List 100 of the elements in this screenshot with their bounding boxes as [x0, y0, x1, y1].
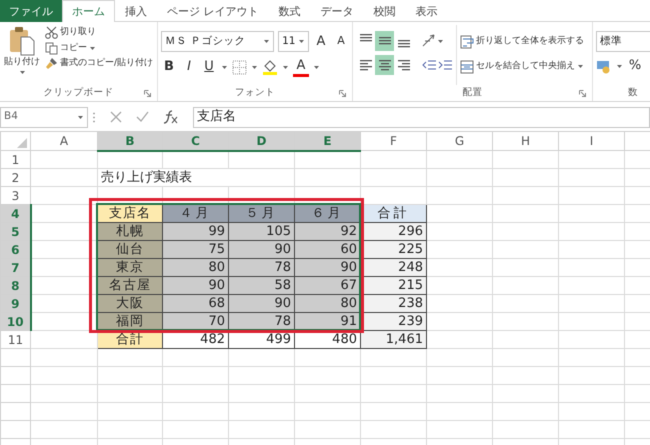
row-header[interactable]: 3: [0, 186, 30, 204]
number-format-field[interactable]: 標準: [596, 31, 650, 52]
sheet-title: 売り上げ実績表: [98, 168, 294, 186]
increase-indent-icon[interactable]: [437, 58, 453, 72]
caret-icon[interactable]: [313, 64, 320, 70]
table-cell: 60: [294, 240, 360, 258]
ribbon-tab[interactable]: 表示: [406, 0, 448, 22]
column-header[interactable]: D: [228, 132, 294, 150]
table-cell: 67: [294, 276, 360, 294]
font-name-field[interactable]: ＭＳ Ｐゴシック: [161, 31, 274, 52]
borders-icon[interactable]: [232, 60, 247, 74]
table-cell: 名古屋: [98, 276, 162, 294]
table-cell: 92: [294, 222, 360, 240]
align-icon: [378, 37, 390, 45]
dialog-launcher-icon[interactable]: [144, 90, 151, 97]
orientation-icon[interactable]: [421, 33, 437, 49]
group-label: フォント: [235, 86, 275, 100]
column-header[interactable]: I: [558, 132, 624, 150]
column-header[interactable]: B: [98, 132, 162, 150]
table-cell: 支店名: [98, 204, 162, 222]
align-icon: [360, 34, 372, 42]
decrease-indent-icon[interactable]: [421, 58, 437, 72]
caret-icon[interactable]: [298, 39, 305, 44]
group-label: クリップボード: [44, 86, 114, 100]
table-cell: 58: [228, 276, 294, 294]
ribbon-tab[interactable]: 校閲: [364, 0, 406, 22]
copy-button[interactable]: コピー: [44, 40, 97, 56]
column-header[interactable]: H: [492, 132, 558, 150]
table-cell: 68: [162, 294, 228, 312]
group-label: 数: [628, 86, 638, 100]
merge-center-button[interactable]: セルを結合して中央揃え: [459, 56, 585, 77]
caret-icon[interactable]: [577, 64, 584, 69]
ribbon-tab[interactable]: 数式: [268, 0, 310, 22]
table-cell: ５月: [228, 204, 294, 222]
ribbon-tab[interactable]: ページ レイアウト: [157, 0, 268, 22]
fill-color-icon[interactable]: [262, 59, 278, 75]
table-cell: 90: [228, 240, 294, 258]
align-icon: [378, 60, 390, 70]
dialog-launcher-icon[interactable]: [579, 90, 586, 97]
caret-icon[interactable]: [221, 64, 228, 70]
row-header[interactable]: 2: [0, 168, 30, 186]
row-header[interactable]: 9: [0, 294, 30, 312]
row-header[interactable]: 8: [0, 276, 30, 294]
row-header[interactable]: 7: [0, 258, 30, 276]
row-header[interactable]: 5: [0, 222, 30, 240]
align-icon: [398, 60, 410, 70]
drag-handle-icon[interactable]: [92, 112, 96, 122]
brush-icon: [45, 57, 58, 70]
ribbon-tab[interactable]: 挿入: [115, 0, 157, 22]
vertical-align-button[interactable]: [375, 31, 394, 51]
row-header[interactable]: 11: [0, 330, 30, 348]
wrap-text-button[interactable]: 折り返して全体を表示する: [459, 31, 585, 52]
italic-button[interactable]: I: [181, 57, 197, 77]
row-header[interactable]: 6: [0, 240, 30, 258]
table-cell: 札幌: [98, 222, 162, 240]
format-painter-button[interactable]: 書式のコピー/貼り付け: [44, 56, 154, 72]
caret-icon[interactable]: [18, 70, 26, 74]
grow-font-button[interactable]: A: [313, 32, 329, 52]
function-icon[interactable]: [163, 110, 179, 124]
caret-icon[interactable]: [251, 64, 258, 70]
file-tab[interactable]: ファイル: [0, 0, 62, 22]
cut-button[interactable]: 切り取り: [44, 25, 97, 40]
name-box[interactable]: B4: [0, 106, 88, 128]
checkmark-icon[interactable]: [136, 111, 149, 123]
caret-icon[interactable]: [263, 39, 270, 44]
table-cell: 仙台: [98, 240, 162, 258]
merge-cells-icon: [460, 60, 474, 74]
ribbon-tab[interactable]: ホーム: [62, 0, 115, 22]
formula-field[interactable]: 支店名: [193, 106, 650, 128]
caret-icon[interactable]: [616, 64, 623, 68]
table-cell: 1,461: [360, 330, 426, 348]
row-header[interactable]: 1: [0, 150, 30, 168]
shrink-font-button[interactable]: A: [333, 32, 349, 52]
dialog-launcher-icon[interactable]: [339, 90, 346, 97]
caret-icon[interactable]: [282, 64, 289, 70]
percent-button[interactable]: %: [627, 56, 643, 76]
table-cell: 90: [294, 258, 360, 276]
font-size-field[interactable]: 11: [278, 31, 309, 52]
table-cell: 75: [162, 240, 228, 258]
horizontal-align-button[interactable]: [375, 55, 394, 75]
paste-button[interactable]: 貼り付け: [3, 25, 41, 85]
bold-button[interactable]: B: [161, 57, 177, 77]
caret-icon[interactable]: [89, 46, 96, 51]
column-header[interactable]: A: [30, 132, 98, 150]
table-cell: 80: [294, 294, 360, 312]
column-header[interactable]: E: [294, 132, 360, 150]
caret-icon[interactable]: [77, 114, 84, 120]
copy-icon: [45, 42, 58, 55]
column-header[interactable]: G: [426, 132, 492, 150]
table-cell: 90: [162, 276, 228, 294]
row-header[interactable]: 10: [0, 312, 30, 330]
currency-icon[interactable]: [596, 58, 612, 74]
row-header[interactable]: 4: [0, 204, 30, 222]
column-header[interactable]: C: [162, 132, 228, 150]
font-color-button[interactable]: A: [293, 58, 309, 76]
column-header[interactable]: F: [360, 132, 426, 150]
underline-button[interactable]: U: [201, 57, 217, 77]
clipboard-icon: [8, 26, 36, 56]
ribbon-tab[interactable]: データ: [310, 0, 364, 22]
caret-icon[interactable]: [437, 38, 444, 44]
